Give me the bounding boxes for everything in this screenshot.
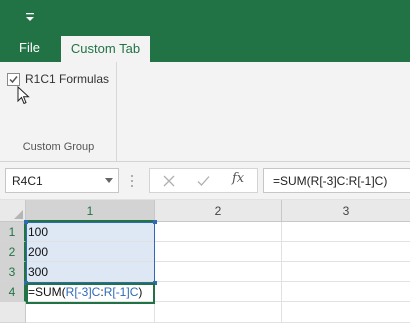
title-bar	[0, 0, 410, 34]
cell-r3c3[interactable]	[282, 262, 410, 282]
custom-group: R1C1 Formulas Custom Group	[0, 62, 117, 161]
formula-bar: R4C1 fx =SUM(R[-3]C:R[-1]C)	[0, 162, 410, 200]
row-header-1[interactable]: 1	[0, 222, 26, 242]
worksheet-grid: 1 2 3 1 2 3 4 100 200 300 =SUM(R[-3]C:R[…	[0, 200, 410, 323]
r1c1-formulas-checkbox[interactable]: R1C1 Formulas	[7, 71, 109, 87]
edit-suffix: )	[138, 285, 143, 299]
checkbox-checked-icon[interactable]	[7, 72, 20, 86]
name-box-value: R4C1	[12, 174, 43, 188]
select-all-corner[interactable]	[0, 200, 26, 222]
r1c1-formulas-label: R1C1 Formulas	[25, 72, 110, 86]
insert-function-icon[interactable]: fx	[232, 171, 244, 186]
cell-r2c3[interactable]	[282, 242, 410, 262]
cell-r5c2[interactable]	[155, 302, 282, 323]
name-box[interactable]: R4C1	[5, 168, 119, 193]
row-header-4[interactable]: 4	[0, 282, 26, 302]
cell-r1c2[interactable]	[155, 222, 282, 242]
column-header-3[interactable]: 3	[282, 200, 410, 222]
cancel-x-icon[interactable]	[163, 175, 175, 187]
cell-r3c1[interactable]: 300	[26, 262, 155, 282]
column-header-2[interactable]: 2	[155, 200, 282, 222]
edit-ref-start: R[-3]C	[65, 285, 101, 299]
edit-prefix: =SUM(	[28, 285, 66, 299]
group-label: Custom Group	[22, 141, 95, 153]
row-header-5[interactable]	[0, 302, 26, 323]
row-header-3[interactable]: 3	[0, 262, 26, 282]
edit-ref-end: R[-1]C	[103, 285, 139, 299]
cell-r4c3[interactable]	[282, 282, 410, 302]
ribbon: R1C1 Formulas Custom Group	[0, 62, 410, 162]
tab-file[interactable]: File	[10, 34, 49, 62]
customize-quick-access-arrow-icon[interactable]	[22, 8, 38, 26]
resize-handle-icon[interactable]	[130, 173, 134, 189]
tab-custom[interactable]: Custom Tab	[61, 36, 150, 62]
row-header-2[interactable]: 2	[0, 242, 26, 262]
cell-r5c1[interactable]	[26, 302, 155, 323]
cell-r2c1[interactable]: 200	[26, 242, 155, 262]
cell-r3c2[interactable]	[155, 262, 282, 282]
formula-buttons: fx	[149, 168, 258, 193]
cell-r1c3[interactable]	[282, 222, 410, 242]
cell-r1c1[interactable]: 100	[26, 222, 155, 242]
cell-r4c2[interactable]	[155, 282, 282, 302]
column-header-1[interactable]: 1	[26, 200, 155, 222]
enter-checkmark-icon[interactable]	[197, 175, 210, 187]
cell-r5c3[interactable]	[282, 302, 410, 323]
chevron-down-icon[interactable]	[105, 178, 113, 184]
formula-text: =SUM(R[-3]C:R[-1]C)	[273, 174, 388, 188]
cell-r4c1-editing[interactable]: =SUM(R[-3]C:R[-1]C)	[26, 282, 155, 302]
formula-input[interactable]: =SUM(R[-3]C:R[-1]C)	[263, 168, 410, 193]
mouse-pointer-icon	[17, 86, 30, 105]
cell-r2c2[interactable]	[155, 242, 282, 262]
ribbon-tab-row: File Custom Tab	[0, 34, 410, 62]
